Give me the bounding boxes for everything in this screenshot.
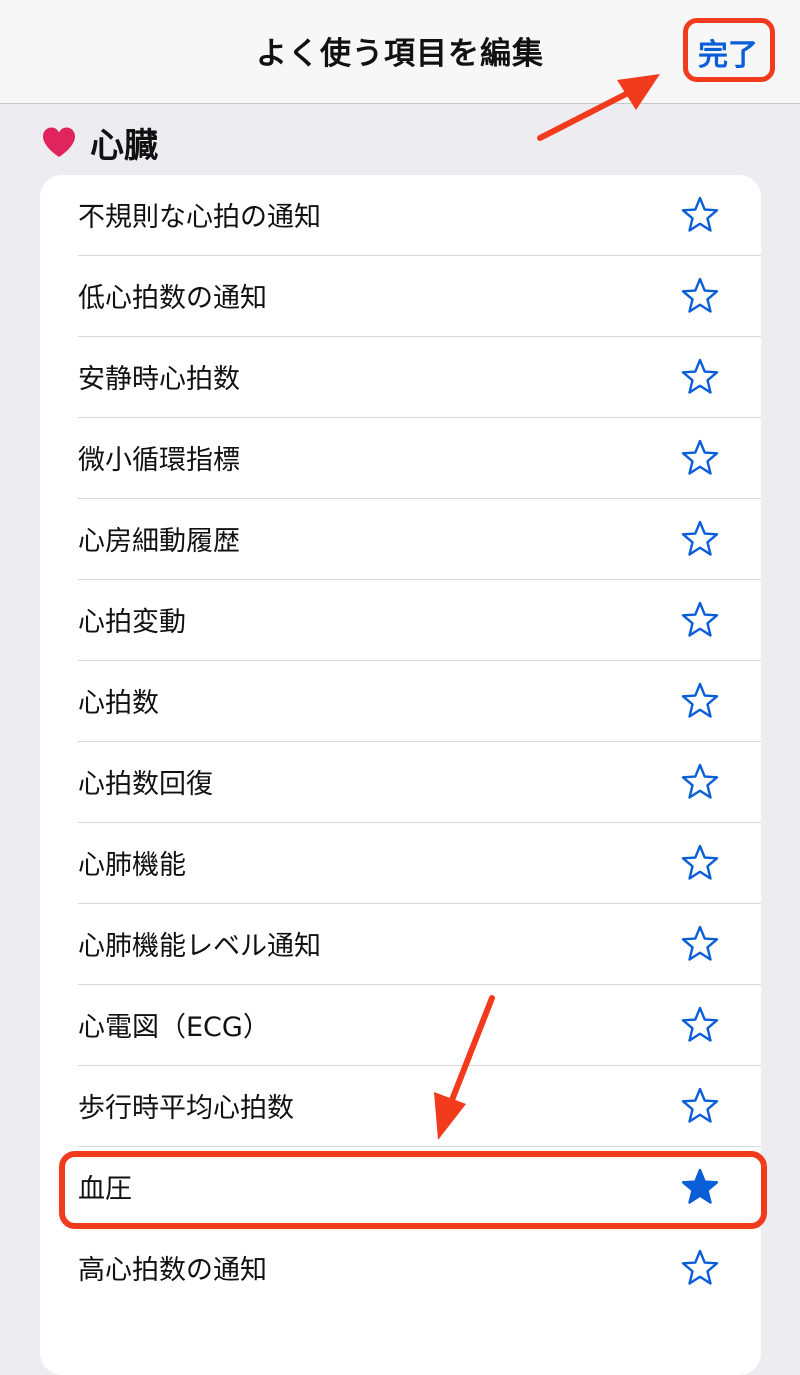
list-item-label: 低心拍数の通知 [78,283,267,314]
list-item[interactable]: 安静時心拍数 [40,337,761,418]
star-outline-icon[interactable] [680,600,720,640]
heart-icon [43,127,75,157]
list-item-label: 安静時心拍数 [78,364,240,395]
list-item-label: 高心拍数の通知 [78,1255,267,1286]
star-outline-icon[interactable] [680,843,720,883]
list-item[interactable]: 不規則な心拍の通知 [40,175,761,256]
list-item[interactable]: 歩行時平均心拍数 [40,1066,761,1147]
star-outline-icon[interactable] [680,1086,720,1126]
list-item-label: 歩行時平均心拍数 [78,1093,294,1124]
list-item-label: 不規則な心拍の通知 [78,202,321,233]
star-outline-icon[interactable] [680,681,720,721]
list-item[interactable]: 心肺機能 [40,823,761,904]
list-item-label: 微小循環指標 [78,445,240,476]
done-button-highlight [683,18,775,82]
star-outline-icon[interactable] [680,195,720,235]
star-outline-icon[interactable] [680,1248,720,1288]
star-outline-icon[interactable] [680,438,720,478]
list-item-label: 心拍数回復 [78,769,213,800]
navigation-bar: よく使う項目を編集 完了 [0,0,800,104]
star-outline-icon[interactable] [680,519,720,559]
list-item[interactable]: 心肺機能レベル通知 [40,904,761,985]
page-title: よく使う項目を編集 [256,36,544,72]
list-item-label: 心拍変動 [78,607,186,638]
list-item-label: 心拍数 [78,688,159,719]
list-item-label: 心電図（ECG） [78,1012,270,1043]
star-outline-icon[interactable] [680,276,720,316]
list-item[interactable]: 心拍数 [40,661,761,742]
blood-pressure-highlight [59,1151,767,1229]
list-item-label: 心房細動履歴 [78,526,240,557]
section-title: 心臓 [90,125,158,166]
section-header: 心臓 [42,120,158,166]
list-item[interactable]: 心拍数回復 [40,742,761,823]
list-item[interactable]: 低心拍数の通知 [40,256,761,337]
star-outline-icon[interactable] [680,762,720,802]
list-item[interactable]: 微小循環指標 [40,418,761,499]
list-item-label: 心肺機能 [78,850,186,881]
star-outline-icon[interactable] [680,924,720,964]
star-outline-icon[interactable] [680,1005,720,1045]
list-item[interactable]: 心拍変動 [40,580,761,661]
list-item[interactable]: 心電図（ECG） [40,985,761,1066]
star-outline-icon[interactable] [680,357,720,397]
list-item[interactable]: 高心拍数の通知 [40,1228,761,1309]
list-item[interactable]: 心房細動履歴 [40,499,761,580]
list-item-label: 心肺機能レベル通知 [78,931,321,962]
